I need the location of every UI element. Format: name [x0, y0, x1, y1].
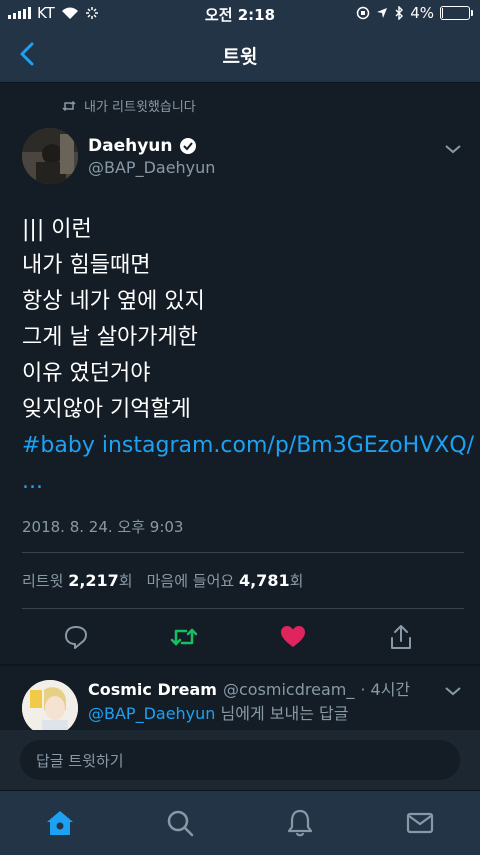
retweet-icon: [170, 628, 198, 646]
tweet-line: 이유 였던거야: [22, 361, 151, 386]
share-icon: [391, 625, 411, 649]
page-title: 트윗: [222, 46, 258, 68]
author-name: Daehyun: [88, 136, 173, 156]
reply-menu-button[interactable]: [444, 682, 462, 701]
battery-icon: [440, 6, 473, 20]
retweeted-label: 내가 리트윗했습니다: [84, 100, 196, 115]
reply-author-name: Cosmic Dream: [88, 680, 217, 699]
search-icon: [167, 810, 194, 837]
reply-button[interactable]: [61, 622, 91, 652]
likes-count: 4,781: [238, 571, 290, 590]
tweet-line: 항상 네가 옆에 있지: [22, 289, 205, 314]
reply-time: · 4시간: [360, 680, 411, 699]
tweet-line: |||: [22, 217, 45, 242]
tweet-line: 이런: [51, 217, 92, 242]
reply-to-suffix: 님에게 보내는 답글: [220, 704, 349, 723]
like-button[interactable]: [278, 622, 308, 652]
nav-bar: 트윗: [0, 26, 480, 83]
tab-notifications[interactable]: [284, 807, 316, 839]
tweet-timestamp: 2018. 8. 24. 오후 9:03: [22, 518, 184, 536]
tweet-menu-button[interactable]: [444, 140, 462, 159]
likes-stat[interactable]: 마음에 들어요 4,781회: [147, 570, 304, 591]
chevron-down-icon: [445, 687, 461, 696]
reply-icon: [65, 626, 87, 649]
chevron-down-icon: [445, 145, 461, 154]
tweet-line: 잊지않아 기억할게: [22, 397, 191, 422]
tab-home[interactable]: [44, 807, 76, 839]
replying-to: @BAP_Daehyun 님에게 보내는 답글: [88, 700, 348, 724]
tab-bar: [0, 790, 480, 855]
avatar-photo: [22, 128, 78, 184]
count-suffix: 회: [289, 572, 304, 590]
tweet-ellipsis[interactable]: ...: [22, 464, 462, 500]
verified-badge-icon: [179, 138, 196, 154]
avatar-photo: [22, 680, 78, 736]
hashtag-link[interactable]: #baby: [22, 433, 95, 458]
author-handle[interactable]: @BAP_Daehyun: [88, 158, 215, 177]
rotation-lock-icon: [356, 6, 370, 20]
retweets-count: 2,217: [68, 571, 119, 590]
author-name-row[interactable]: Daehyun: [88, 136, 197, 156]
status-bar: KT 오전 2:18 4%: [0, 0, 480, 26]
bluetooth-icon: [395, 6, 404, 20]
likes-label: 마음에 들어요: [146, 572, 235, 590]
count-suffix: 회: [118, 572, 133, 590]
retweet-button[interactable]: [169, 622, 199, 652]
retweet-small-icon: [62, 100, 76, 111]
author-avatar[interactable]: [22, 128, 78, 184]
battery-percent: 4%: [410, 4, 434, 22]
share-button[interactable]: [386, 622, 416, 652]
retweeted-indicator: 내가 리트윗했습니다: [62, 96, 196, 115]
divider: [22, 552, 464, 553]
reply-header[interactable]: Cosmic Dream @cosmicdream_ · 4시간: [88, 676, 410, 700]
retweets-stat[interactable]: 리트윗 2,217회: [22, 570, 133, 591]
tab-messages[interactable]: [404, 807, 436, 839]
tweet-text: ||| 이런 내가 힘들때면 항상 네가 옆에 있지 그게 날 살아가게한 이유…: [22, 212, 474, 500]
tweet-actions: [0, 612, 480, 664]
reply-composer: 답글 트윗하기: [0, 730, 480, 790]
bell-icon: [287, 809, 313, 837]
home-icon: [47, 811, 73, 835]
heart-icon: [281, 626, 305, 647]
reply-input[interactable]: 답글 트윗하기: [20, 740, 460, 780]
tweet-stats: 리트윗 2,217회 마음에 들어요 4,781회: [22, 570, 303, 591]
tab-search[interactable]: [164, 807, 196, 839]
retweets-label: 리트윗: [22, 572, 64, 590]
tweet-line: 그게 날 살아가게한: [22, 325, 198, 350]
reply-to-handle[interactable]: @BAP_Daehyun: [88, 704, 215, 723]
divider: [0, 664, 480, 666]
reply-avatar[interactable]: [22, 680, 78, 736]
tweet-line: 내가 힘들때면: [22, 253, 151, 278]
location-icon: [377, 8, 388, 18]
instagram-link[interactable]: instagram.com/p/Bm3GEzoHVXQ/: [102, 433, 474, 458]
divider: [22, 608, 464, 609]
mail-icon: [406, 812, 434, 834]
reply-author-handle: @cosmicdream_: [222, 680, 355, 699]
